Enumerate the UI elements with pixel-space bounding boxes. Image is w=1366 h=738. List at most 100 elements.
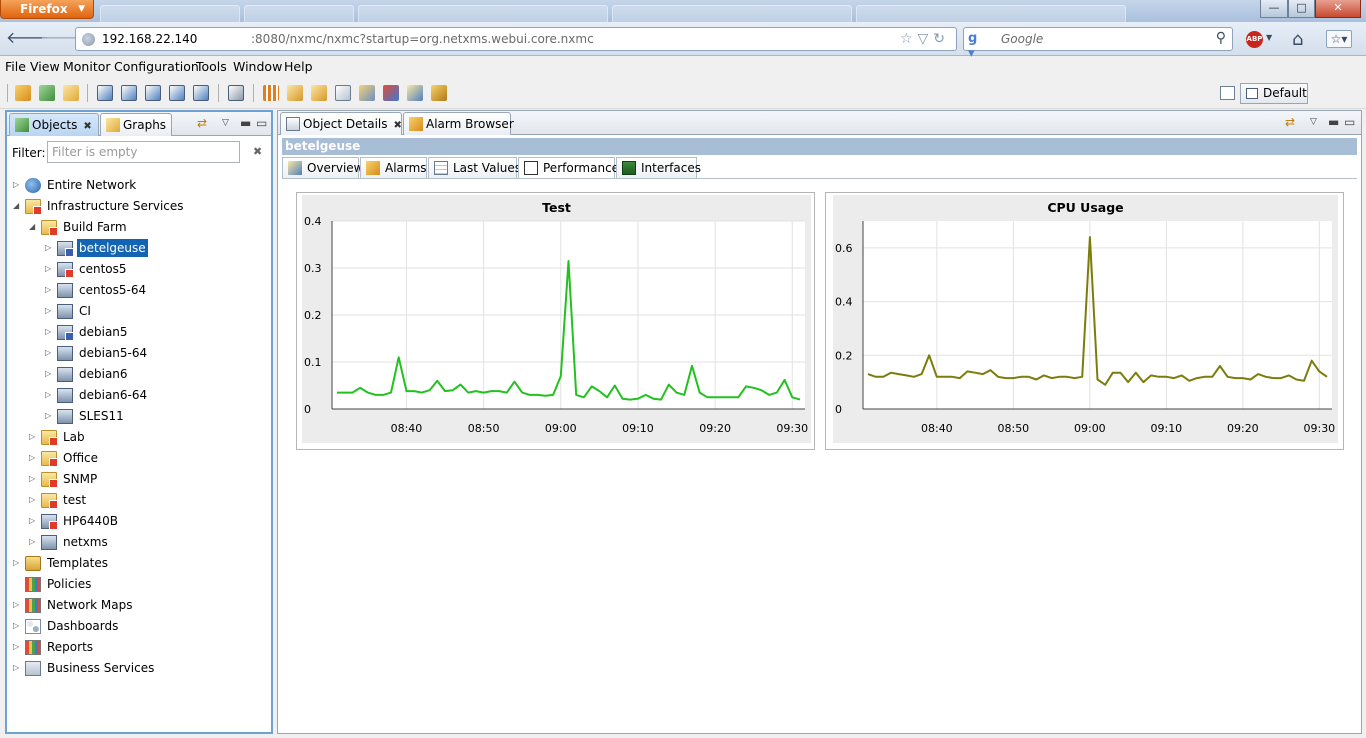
browser-tab[interactable] (100, 5, 240, 22)
expand-icon[interactable]: ▷ (45, 239, 55, 257)
expand-icon[interactable]: ▷ (45, 260, 55, 278)
package-icon[interactable] (311, 85, 327, 101)
tab-objects[interactable]: Objects ✖ (9, 113, 99, 136)
chevron-down-icon[interactable]: ▼ (1266, 33, 1272, 42)
tab-last-values[interactable]: Last Values (428, 157, 521, 178)
expand-icon[interactable]: ▷ (45, 302, 55, 320)
browser-tab[interactable] (856, 5, 1126, 22)
tab-interfaces[interactable]: Interfaces (616, 157, 701, 178)
y-tick-label: 0 (835, 403, 842, 416)
browser-tab[interactable] (358, 5, 608, 22)
close-button[interactable]: ✕ (1315, 0, 1361, 18)
expand-icon[interactable]: ▷ (45, 323, 55, 341)
interface-icon (622, 161, 636, 175)
menu-help[interactable]: Help (284, 59, 313, 74)
maximize-view-icon[interactable]: ▭ (1344, 115, 1355, 129)
tab-object-details[interactable]: Object Details ✖ (280, 112, 402, 135)
search-input[interactable]: Google (1001, 32, 1043, 46)
menu-tools[interactable]: Tools (196, 59, 227, 74)
sync-icon[interactable]: ⇄ (1285, 115, 1295, 129)
expand-icon[interactable]: ▷ (45, 344, 55, 362)
report-icon[interactable] (193, 85, 209, 101)
collapse-icon[interactable]: ◢ (13, 197, 23, 215)
bookmark-star-icon[interactable]: ☆▽↻ (900, 31, 950, 47)
expand-icon[interactable]: ▷ (29, 470, 39, 488)
alarm-icon[interactable] (15, 85, 31, 101)
filter-input[interactable]: Filter is empty (47, 141, 240, 163)
expand-icon[interactable]: ▷ (29, 428, 39, 446)
tab-overview[interactable]: Overview (282, 157, 364, 178)
search-icon[interactable]: ⚲ (1216, 30, 1226, 46)
tab-performance[interactable]: Performance (518, 157, 619, 179)
expand-icon[interactable]: ▷ (13, 176, 23, 194)
browser-tab[interactable] (244, 5, 354, 22)
report-icon[interactable] (121, 85, 137, 101)
expand-icon[interactable]: ▷ (29, 533, 39, 551)
folder-icon[interactable] (63, 85, 79, 101)
transfer-icon[interactable] (359, 85, 375, 101)
collapse-icon[interactable]: ◢ (29, 218, 39, 236)
console-icon[interactable] (228, 85, 244, 101)
expand-icon[interactable]: ▷ (45, 281, 55, 299)
menu-configuration[interactable]: Configuration (114, 59, 199, 74)
search-bar[interactable]: g ▾ Google ⚲ (963, 27, 1233, 61)
expand-icon[interactable]: ▷ (13, 659, 23, 677)
view-menu-icon[interactable]: ▽ (222, 118, 229, 128)
back-button[interactable]: 🡐 (6, 27, 49, 51)
object-tree: ▷ Entire Network ◢ Infrastructure Services… (7, 174, 271, 732)
minimize-view-icon[interactable]: ▬ (1328, 115, 1339, 129)
view-menu-icon[interactable]: ▽ (1310, 117, 1317, 127)
perspective-default-button[interactable]: Default (1240, 83, 1308, 104)
close-icon[interactable]: ✖ (394, 120, 402, 131)
tab-alarms[interactable]: Alarms (360, 157, 427, 178)
report-icon[interactable] (145, 85, 161, 101)
minimize-view-icon[interactable]: ▬ (240, 116, 251, 130)
sync-icon[interactable]: ⇄ (197, 116, 207, 130)
y-tick-label: 0.6 (835, 242, 853, 255)
tree-icon[interactable] (39, 85, 55, 101)
sync-icon[interactable] (383, 85, 399, 101)
tree-item-label: SNMP (63, 472, 98, 486)
expand-icon[interactable]: ▷ (45, 386, 55, 404)
browser-tab[interactable] (612, 5, 852, 22)
expand-icon[interactable]: ▷ (13, 596, 23, 614)
expand-icon[interactable]: ▷ (13, 638, 23, 656)
expand-icon[interactable]: ▷ (29, 512, 39, 530)
url-bar[interactable]: 192.168.22.140 :8080/nxmc/nxmc?startup=o… (75, 27, 957, 51)
firefox-menu-button[interactable]: Firefox ▼ (0, 0, 94, 19)
expand-icon[interactable]: ▷ (13, 617, 23, 635)
tab-graphs[interactable]: Graphs (100, 113, 172, 136)
grid-icon[interactable] (263, 85, 279, 101)
open-perspective-icon[interactable] (1220, 86, 1235, 100)
expand-icon[interactable]: ▷ (29, 491, 39, 509)
package-icon[interactable] (287, 85, 303, 101)
filter-label: Filter: (12, 146, 46, 160)
adblock-icon[interactable]: ABP (1246, 31, 1263, 48)
menu-window[interactable]: Window (233, 59, 282, 74)
firefox-button-label: Firefox (20, 2, 68, 16)
maximize-view-icon[interactable]: ▭ (256, 116, 267, 130)
report-icon[interactable] (169, 85, 185, 101)
expand-icon[interactable]: ▷ (45, 365, 55, 383)
home-icon[interactable]: ⌂ (1292, 29, 1303, 50)
tools-icon[interactable] (431, 85, 447, 101)
menu-view[interactable]: View (30, 59, 60, 74)
forward-button[interactable]: 🡒 (40, 27, 83, 51)
report-icon[interactable] (97, 85, 113, 101)
clear-filter-icon[interactable]: ✖ (253, 145, 262, 158)
expand-icon[interactable]: ▷ (45, 407, 55, 425)
copy-icon[interactable] (335, 85, 351, 101)
tab-interfaces-label: Interfaces (641, 161, 701, 175)
expand-icon[interactable]: ▷ (29, 449, 39, 467)
maximize-button[interactable]: □ (1288, 0, 1315, 18)
menu-file[interactable]: File (5, 59, 26, 74)
folder-icon (41, 220, 58, 236)
bookmarks-icon[interactable]: ☆▾ (1326, 30, 1352, 48)
business-services-icon (25, 661, 41, 676)
server-icon[interactable] (407, 85, 423, 101)
tab-alarm-browser[interactable]: Alarm Browser (403, 112, 514, 135)
close-icon[interactable]: ✖ (83, 121, 91, 132)
menu-monitor[interactable]: Monitor (63, 59, 111, 74)
expand-icon[interactable]: ▷ (13, 554, 23, 572)
minimize-button[interactable]: — (1260, 0, 1288, 18)
